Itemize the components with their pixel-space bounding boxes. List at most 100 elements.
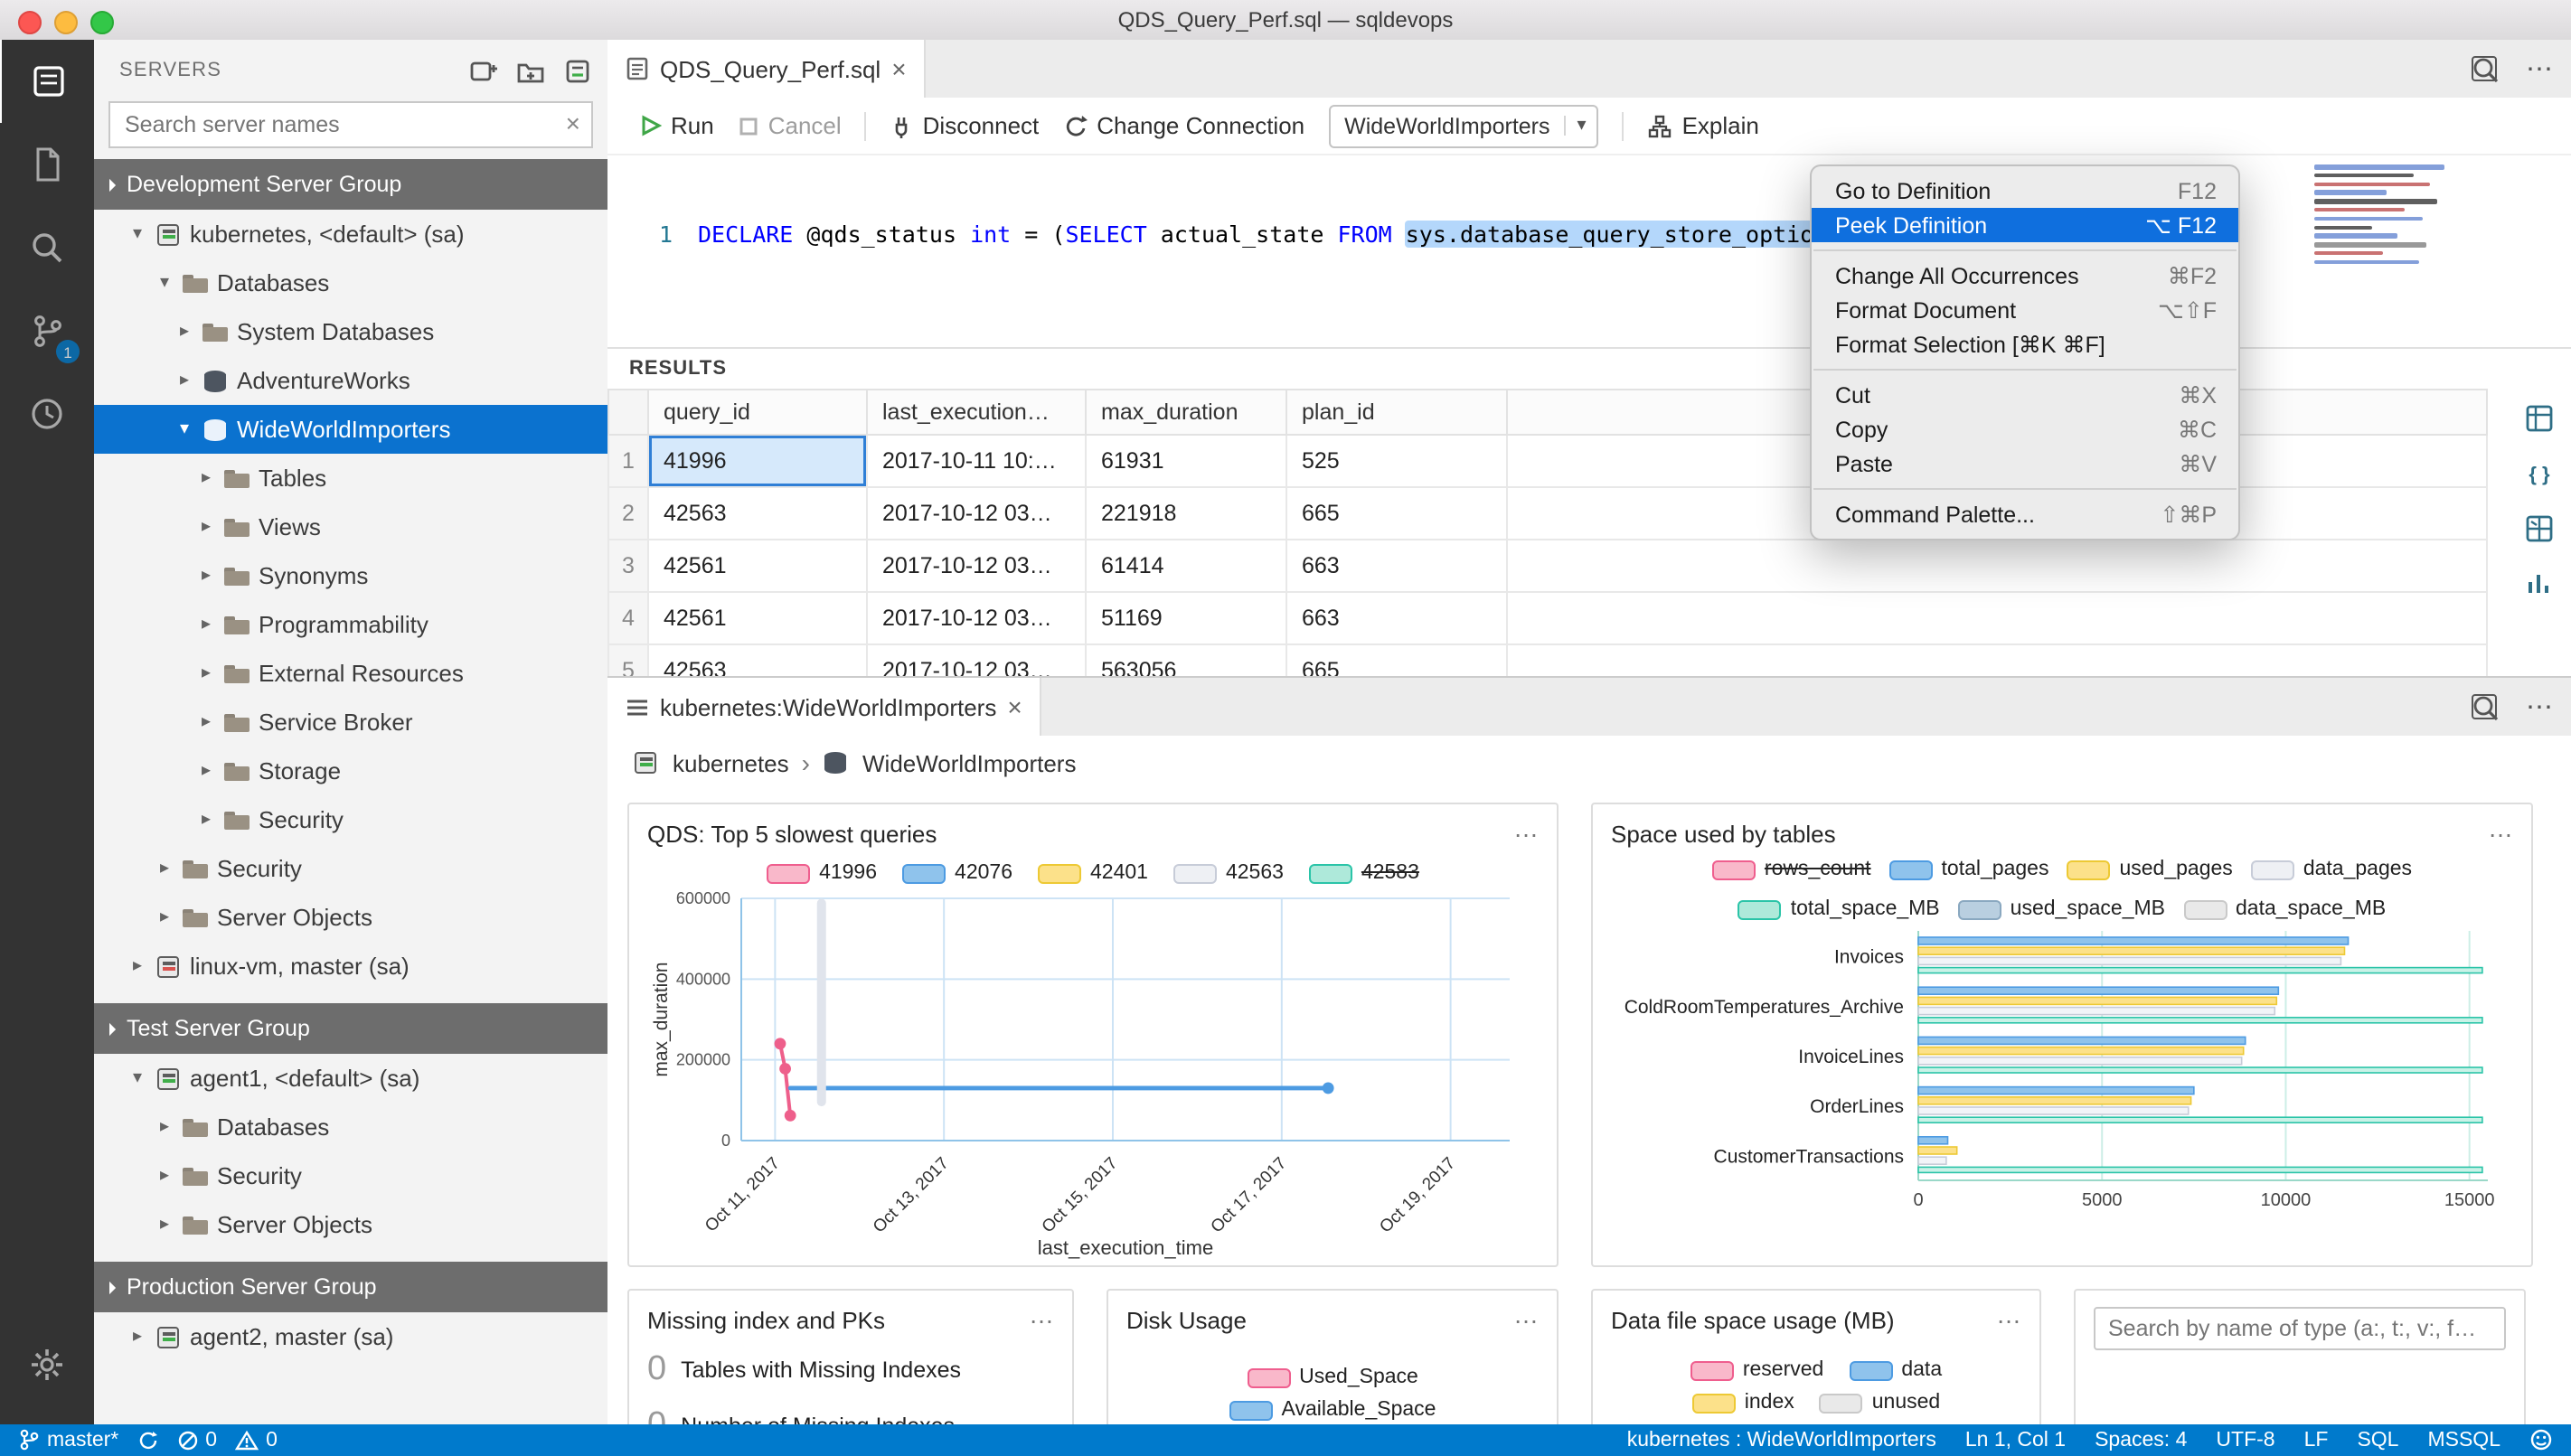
more-actions-icon[interactable]	[2526, 690, 2553, 723]
minimize-window-button[interactable]	[54, 10, 78, 33]
explain-button[interactable]: Explain	[1648, 112, 1759, 139]
breadcrumb-database[interactable]: WideWorldImporters	[862, 749, 1076, 776]
tree-item-tables[interactable]: Tables	[94, 454, 607, 503]
widget-menu-button[interactable]	[2488, 821, 2513, 835]
menu-item-paste[interactable]: Paste ⌘V	[1812, 446, 2238, 481]
legend-item[interactable]: index	[1691, 1392, 1794, 1414]
errors-status[interactable]: 0	[176, 1429, 217, 1451]
tree-item-security-db[interactable]: Security	[94, 795, 607, 844]
zoom-window-button[interactable]	[90, 10, 114, 33]
menu-item-cut[interactable]: Cut ⌘X	[1812, 378, 2238, 412]
tree-item-databases[interactable]: Databases	[94, 258, 607, 307]
tree-item-system-databases[interactable]: System Databases	[94, 307, 607, 356]
run-button[interactable]: Run	[640, 112, 714, 139]
more-actions-icon[interactable]	[2526, 52, 2553, 85]
tree-item-programmability[interactable]: Programmability	[94, 600, 607, 649]
history-activity-icon[interactable]	[0, 372, 94, 456]
legend-item[interactable]: data	[1849, 1359, 1942, 1381]
legend-item[interactable]: total_space_MB	[1738, 898, 1940, 920]
encoding-status[interactable]: UTF-8	[2216, 1429, 2274, 1451]
legend-item[interactable]: unused	[1819, 1392, 1940, 1414]
tree-item-adventureworks[interactable]: AdventureWorks	[94, 356, 607, 405]
minimap[interactable]	[2314, 164, 2463, 287]
legend-item[interactable]: 42401	[1038, 862, 1148, 884]
legend-item[interactable]: rows_count	[1711, 859, 1871, 880]
legend-item[interactable]: data_pages	[2250, 859, 2412, 880]
tree-item-storage[interactable]: Storage	[94, 747, 607, 795]
tree-item-security-server[interactable]: Security	[94, 844, 607, 893]
column-header[interactable]: plan_id	[1286, 389, 1508, 436]
language-mode-status[interactable]: SQL	[2357, 1429, 2398, 1451]
cancel-button[interactable]: Cancel	[738, 112, 842, 139]
widget-menu-button[interactable]	[1513, 1307, 1539, 1321]
close-tab-icon[interactable]	[1007, 692, 1022, 721]
legend-item[interactable]: 42076	[902, 862, 1012, 884]
indentation-status[interactable]: Spaces: 4	[2095, 1429, 2187, 1451]
tree-group-development-server-group[interactable]: Development Server Group	[94, 159, 607, 210]
connection-status[interactable]: kubernetes : WideWorldImporters	[1627, 1429, 1936, 1451]
git-branch-status[interactable]: master*	[18, 1428, 118, 1451]
change-connection-button[interactable]: Change Connection	[1062, 112, 1304, 139]
new-server-group-icon[interactable]	[515, 55, 546, 86]
tab-qds-query-perf[interactable]: QDS_Query_Perf.sql	[607, 40, 927, 98]
legend-item[interactable]: 42583	[1308, 862, 1419, 884]
tree-item-wideworldimporters[interactable]: WideWorldImporters	[94, 405, 607, 454]
legend-item[interactable]: 41996	[767, 862, 877, 884]
tree-item-agent1-security[interactable]: Security	[94, 1151, 607, 1200]
cursor-position-status[interactable]: Ln 1, Col 1	[1965, 1429, 2066, 1451]
close-window-button[interactable]	[18, 10, 42, 33]
object-search-input[interactable]	[2094, 1307, 2506, 1350]
column-header[interactable]: query_id	[647, 389, 868, 436]
tree-item-kubernetes[interactable]: kubernetes, <default> (sa)	[94, 210, 607, 258]
eol-status[interactable]: LF	[2304, 1429, 2329, 1451]
menu-item-format-document[interactable]: Format Document ⌥⇧F	[1812, 293, 2238, 327]
tree-item-server-objects[interactable]: Server Objects	[94, 893, 607, 942]
tree-group-production-server-group[interactable]: Production Server Group	[94, 1262, 607, 1312]
tree-item-agent1[interactable]: agent1, <default> (sa)	[94, 1054, 607, 1103]
widget-menu-button[interactable]	[1513, 821, 1539, 835]
task-history-activity-icon[interactable]	[0, 123, 94, 206]
tree-group-test-server-group[interactable]: Test Server Group	[94, 1003, 607, 1054]
breadcrumb-server[interactable]: kubernetes	[673, 749, 789, 776]
settings-gear-button[interactable]	[0, 1322, 94, 1405]
disconnect-button[interactable]: Disconnect	[890, 112, 1039, 139]
menu-item-go-to-definition[interactable]: Go to Definition F12	[1812, 174, 2238, 208]
tree-item-agent2[interactable]: agent2, master (sa)	[94, 1312, 607, 1361]
legend-item[interactable]: Available_Space	[1229, 1399, 1436, 1421]
tree-item-synonyms[interactable]: Synonyms	[94, 551, 607, 600]
tree-item-views[interactable]: Views	[94, 503, 607, 551]
selected-cell[interactable]: 41996	[647, 434, 868, 488]
provider-status[interactable]: MSSQL	[2427, 1429, 2500, 1451]
tree-item-external-resources[interactable]: External Resources	[94, 649, 607, 698]
search-input[interactable]	[121, 110, 566, 139]
menu-item-command-palette[interactable]: Command Palette... ⇧⌘P	[1812, 497, 2238, 531]
column-header[interactable]: last_execution…	[866, 389, 1087, 436]
save-as-json-icon[interactable]	[2529, 457, 2549, 490]
legend-item[interactable]: total_pages	[1888, 859, 2048, 880]
column-header[interactable]: max_duration	[1085, 389, 1287, 436]
legend-item[interactable]: 42563	[1172, 862, 1284, 884]
save-as-excel-icon[interactable]	[2524, 513, 2555, 544]
sync-button[interactable]	[137, 1429, 158, 1451]
tab-kubernetes-wideworldimporters[interactable]: kubernetes:WideWorldImporters	[607, 678, 1042, 736]
menu-item-change-all-occurrences[interactable]: Change All Occurrences ⌘F2	[1812, 258, 2238, 293]
source-control-activity-icon[interactable]: 1	[0, 289, 94, 372]
clear-search-icon[interactable]	[566, 108, 580, 141]
search-activity-icon[interactable]	[0, 206, 94, 289]
code-editor[interactable]: 1 DECLARE @qds_status int = (SELECT actua…	[607, 154, 2571, 307]
tree-item-service-broker[interactable]: Service Broker	[94, 698, 607, 747]
new-connection-icon[interactable]	[468, 55, 499, 86]
servers-activity-icon[interactable]	[0, 40, 96, 123]
grid-corner[interactable]	[607, 389, 649, 436]
close-tab-icon[interactable]	[891, 54, 906, 83]
view-as-chart-icon[interactable]	[2524, 568, 2555, 598]
peek-search-icon[interactable]	[2470, 691, 2500, 722]
legend-item[interactable]: Used_Space	[1247, 1367, 1418, 1388]
feedback-smiley-button[interactable]	[2529, 1428, 2553, 1451]
tree-item-agent1-databases[interactable]: Databases	[94, 1103, 607, 1151]
peek-search-icon[interactable]	[2470, 53, 2500, 84]
save-as-csv-icon[interactable]	[2524, 403, 2555, 434]
legend-item[interactable]: used_pages	[2067, 859, 2233, 880]
warnings-status[interactable]: 0	[235, 1429, 278, 1451]
tree-item-agent1-server-objects[interactable]: Server Objects	[94, 1200, 607, 1249]
